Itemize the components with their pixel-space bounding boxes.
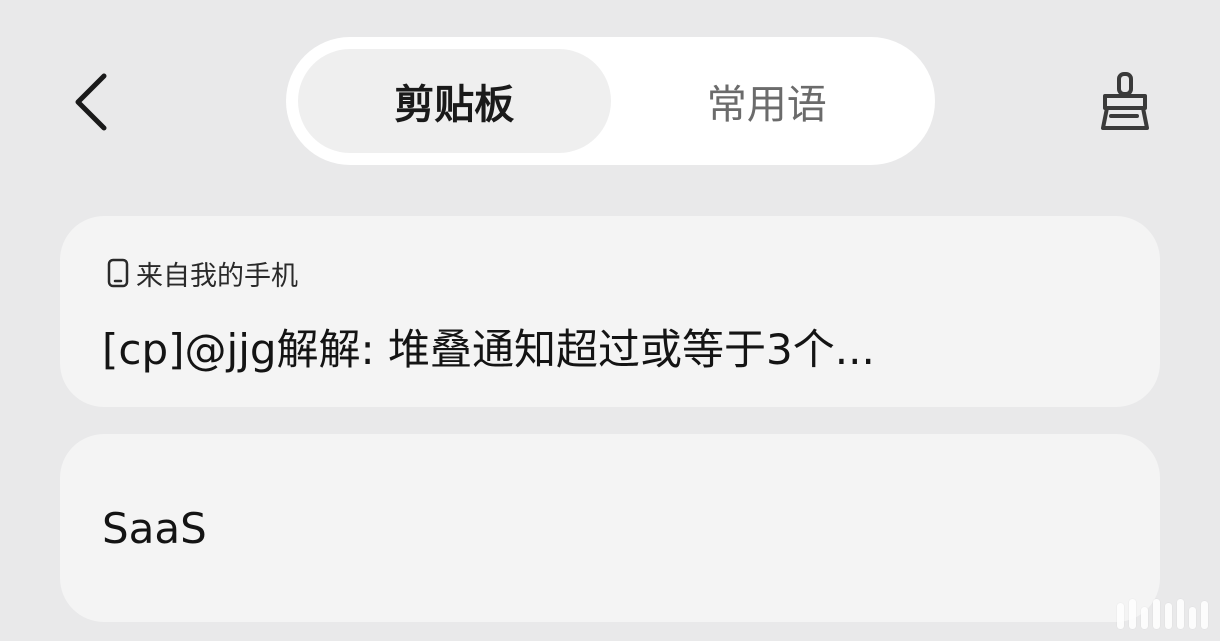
back-button[interactable] — [60, 66, 124, 138]
broom-icon — [1101, 72, 1149, 130]
tab-switcher: 剪贴板 常用语 — [286, 37, 935, 165]
clear-clipboard-button[interactable] — [1090, 64, 1160, 140]
tab-clipboard[interactable]: 剪贴板 — [298, 49, 611, 153]
clipboard-item[interactable]: 来自我的手机 [cp]@jjg解解: 堆叠通知超过或等于3个... — [60, 216, 1160, 407]
chevron-left-icon — [75, 73, 107, 131]
tab-common-phrases[interactable]: 常用语 — [611, 49, 924, 153]
clip-source-label: 来自我的手机 — [136, 260, 298, 292]
clipboard-item[interactable]: SaaS — [60, 434, 1160, 622]
top-bar: 剪贴板 常用语 — [0, 0, 1220, 190]
phone-icon — [107, 258, 129, 288]
clip-source: 来自我的手机 — [106, 256, 298, 292]
clipboard-list: 来自我的手机 [cp]@jjg解解: 堆叠通知超过或等于3个... SaaS — [60, 216, 1160, 622]
clip-text: SaaS — [102, 504, 207, 553]
watermark-icon — [1117, 599, 1208, 629]
clip-text: [cp]@jjg解解: 堆叠通知超过或等于3个... — [102, 325, 875, 374]
